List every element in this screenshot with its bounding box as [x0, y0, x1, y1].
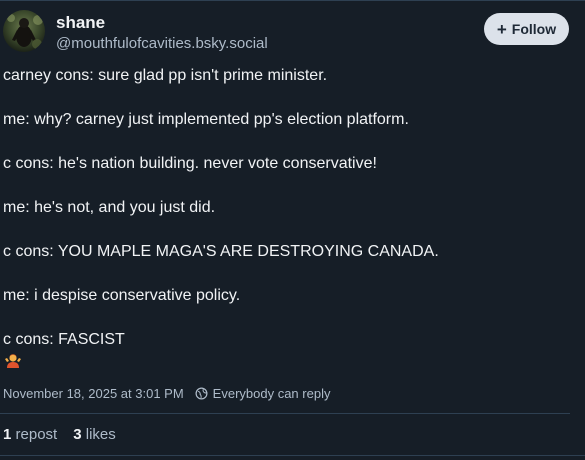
top-divider — [0, 0, 585, 1]
reply-setting: Everybody can reply — [195, 386, 331, 401]
avatar[interactable] — [3, 10, 45, 52]
plus-icon: + — [496, 19, 507, 39]
author-name[interactable]: shane — [56, 13, 105, 33]
reply-setting-label: Everybody can reply — [212, 386, 331, 401]
likes-count: 3 — [73, 426, 86, 443]
post-meta: November 18, 2025 at 3:01 PM Everybody c… — [3, 386, 330, 401]
bottom-divider — [0, 455, 585, 456]
post-header: shane @mouthfulofcavities.bsky.social + … — [0, 8, 585, 58]
post-timestamp[interactable]: November 18, 2025 at 3:01 PM — [3, 386, 184, 401]
likes-label: likes — [85, 426, 116, 443]
post-stats: 1 repost 3 likes — [3, 426, 132, 443]
author-handle[interactable]: @mouthfulofcavities.bsky.social — [56, 35, 268, 52]
follow-label: Follow — [511, 21, 557, 37]
post-body: carney cons: sure glad pp isn't prime mi… — [3, 66, 578, 350]
post-line: me: i despise conservative policy. — [3, 287, 241, 304]
post-line: c cons: FASCIST — [3, 331, 125, 348]
shrugging-person-emoji — [4, 351, 22, 369]
stats-divider — [0, 413, 570, 414]
reposts-stat[interactable]: 1 repost — [3, 426, 57, 443]
globe-icon — [195, 387, 208, 400]
reposts-count: 1 — [3, 426, 16, 443]
post-line: me: why? carney just implemented pp's el… — [3, 111, 409, 128]
reposts-label: repost — [15, 426, 58, 443]
post-line: c cons: he's nation building. never vote… — [3, 155, 377, 172]
post-line: me: he's not, and you just did. — [3, 199, 216, 216]
post-line: carney cons: sure glad pp isn't prime mi… — [3, 67, 328, 84]
likes-stat[interactable]: 3 likes — [73, 426, 116, 443]
post-line: c cons: YOU MAPLE MAGA'S ARE DESTROYING … — [3, 243, 439, 260]
follow-button[interactable]: + Follow — [484, 13, 569, 45]
